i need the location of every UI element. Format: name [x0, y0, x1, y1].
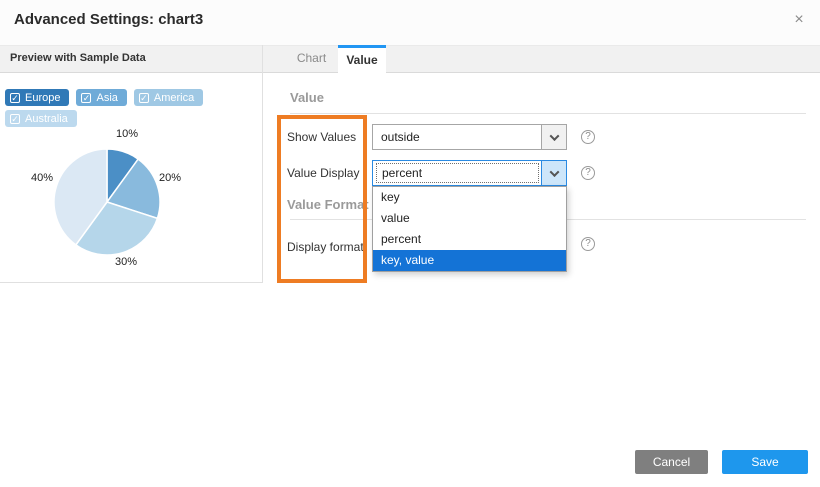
- legend-chip-asia[interactable]: ✓ Asia: [76, 89, 126, 106]
- help-icon[interactable]: ?: [581, 130, 595, 144]
- dropdown-option-value[interactable]: value: [373, 208, 566, 229]
- close-icon[interactable]: ×: [789, 10, 809, 30]
- show-values-select[interactable]: outside: [372, 124, 567, 150]
- divider: [290, 113, 806, 114]
- pie-label-20: 20%: [159, 172, 181, 184]
- section-title-value: Value: [290, 90, 324, 105]
- help-icon[interactable]: ?: [581, 166, 595, 180]
- checkbox-checked-icon: ✓: [139, 93, 149, 103]
- pie-label-10: 10%: [116, 128, 138, 140]
- cancel-button[interactable]: Cancel: [635, 450, 708, 474]
- chevron-down-icon: [541, 125, 566, 149]
- legend-label: America: [154, 92, 194, 104]
- value-display-label: Value Display: [287, 166, 359, 180]
- value-display-select[interactable]: percent: [372, 160, 567, 186]
- pie-label-40: 40%: [31, 172, 53, 184]
- checkbox-checked-icon: ✓: [10, 114, 20, 124]
- tab-value[interactable]: Value: [338, 45, 386, 74]
- show-values-selected-value: outside: [373, 128, 541, 146]
- save-button[interactable]: Save: [722, 450, 808, 474]
- legend-chip-australia[interactable]: ✓ Australia: [5, 110, 77, 127]
- dropdown-option-key[interactable]: key: [373, 187, 566, 208]
- dialog-title-bar: Advanced Settings: chart3 ×: [0, 0, 820, 45]
- dropdown-option-percent[interactable]: percent: [373, 229, 566, 250]
- legend-label: Europe: [25, 92, 60, 104]
- chart-legend: ✓ Europe ✓ Asia ✓ America ✓ Australia: [5, 89, 255, 127]
- checkbox-checked-icon: ✓: [10, 93, 20, 103]
- preview-panel-title: Preview with Sample Data: [10, 52, 146, 64]
- value-display-dropdown-list: key value percent key, value: [372, 186, 567, 272]
- legend-chip-america[interactable]: ✓ America: [134, 89, 203, 106]
- show-values-label: Show Values: [287, 130, 356, 144]
- legend-label: Australia: [25, 113, 68, 125]
- legend-label: Asia: [96, 92, 117, 104]
- dropdown-option-key-value[interactable]: key, value: [373, 250, 566, 271]
- value-display-selected-value: percent: [376, 163, 539, 183]
- chevron-down-icon: [541, 161, 566, 185]
- checkbox-checked-icon: ✓: [81, 93, 91, 103]
- pie-chart: [51, 146, 163, 258]
- display-format-label: Display format: [287, 240, 364, 254]
- dialog-title: Advanced Settings: chart3: [14, 11, 203, 28]
- pie-label-30: 30%: [115, 256, 137, 268]
- legend-chip-europe[interactable]: ✓ Europe: [5, 89, 69, 106]
- value-format-section-label: Value Format: [287, 197, 369, 212]
- tab-chart[interactable]: Chart: [285, 45, 338, 72]
- help-icon[interactable]: ?: [581, 237, 595, 251]
